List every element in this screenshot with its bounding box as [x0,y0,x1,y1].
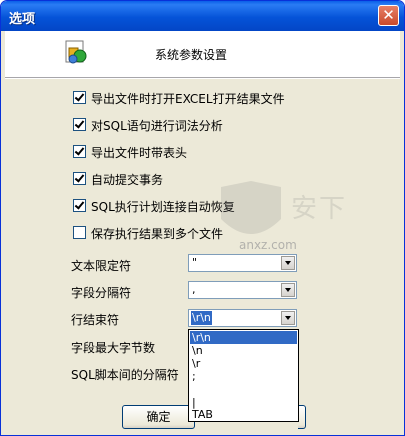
chevron-down-icon[interactable] [281,283,295,297]
close-icon[interactable]: ✕ [378,5,399,26]
dropdown-option[interactable]: \r [190,357,297,370]
options-dialog: 选项 ✕ 系统参数设置 导出文件时打开EXCEL打开结果文件 对SQL语句进行词… [0,0,405,436]
checkbox-open-excel[interactable] [73,91,86,104]
title-bar[interactable]: 选项 ✕ [1,1,404,31]
field-separator-select[interactable]: , [188,281,297,299]
window-title: 选项 [9,12,36,27]
field-separator-label: 字段分隔符 [71,286,132,300]
sql-separator-label: SQL脚本间的分隔符 [71,368,179,382]
cancel-button-edge[interactable] [298,405,306,429]
option-label: 导出文件时带表头 [91,146,188,160]
option-label: 对SQL语句进行词法分析 [91,119,223,133]
text-qualifier-label: 文本限定符 [71,259,132,273]
dropdown-option[interactable]: \r\n [190,331,297,344]
line-terminator-dropdown[interactable]: \r\n \n \r ; | TAB [188,329,299,422]
header-title: 系统参数设置 [155,48,228,62]
line-terminator-label: 行结束符 [71,313,120,327]
dropdown-option[interactable] [190,383,297,396]
dropdown-option[interactable]: ; [190,370,297,383]
header-divider [5,78,400,79]
header-panel: 系统参数设置 [5,31,400,78]
chevron-down-icon[interactable] [281,311,295,325]
checkbox-export-header[interactable] [73,145,86,158]
line-terminator-value: \r\n [190,310,213,326]
dropdown-option[interactable]: \n [190,344,297,357]
svg-text:下: 下 [319,194,345,224]
ok-button[interactable]: 确定 [122,405,195,429]
text-qualifier-select[interactable]: " [188,254,297,272]
max-field-bytes-label: 字段最大字节数 [71,341,156,355]
option-label: SQL执行计划连接自动恢复 [91,200,235,214]
option-label: 导出文件时打开EXCEL打开结果文件 [91,92,285,106]
svg-text:安: 安 [291,194,317,224]
watermark-text: anxz.com [239,238,297,252]
checkbox-auto-commit[interactable] [73,172,86,185]
dropdown-option[interactable]: TAB [190,408,297,421]
checkbox-plan-auto-reconnect[interactable] [73,199,86,212]
checkbox-sql-lexical-analysis[interactable] [73,118,86,131]
checkbox-save-multiple-files[interactable] [73,226,86,239]
settings-puzzle-icon [65,40,87,64]
text-qualifier-value: " [192,256,198,269]
option-label: 保存执行结果到多个文件 [91,227,224,241]
line-terminator-select[interactable]: \r\n [188,309,297,327]
chevron-down-icon[interactable] [281,256,295,270]
field-separator-value: , [192,283,196,296]
option-label: 自动提交事务 [91,173,164,187]
